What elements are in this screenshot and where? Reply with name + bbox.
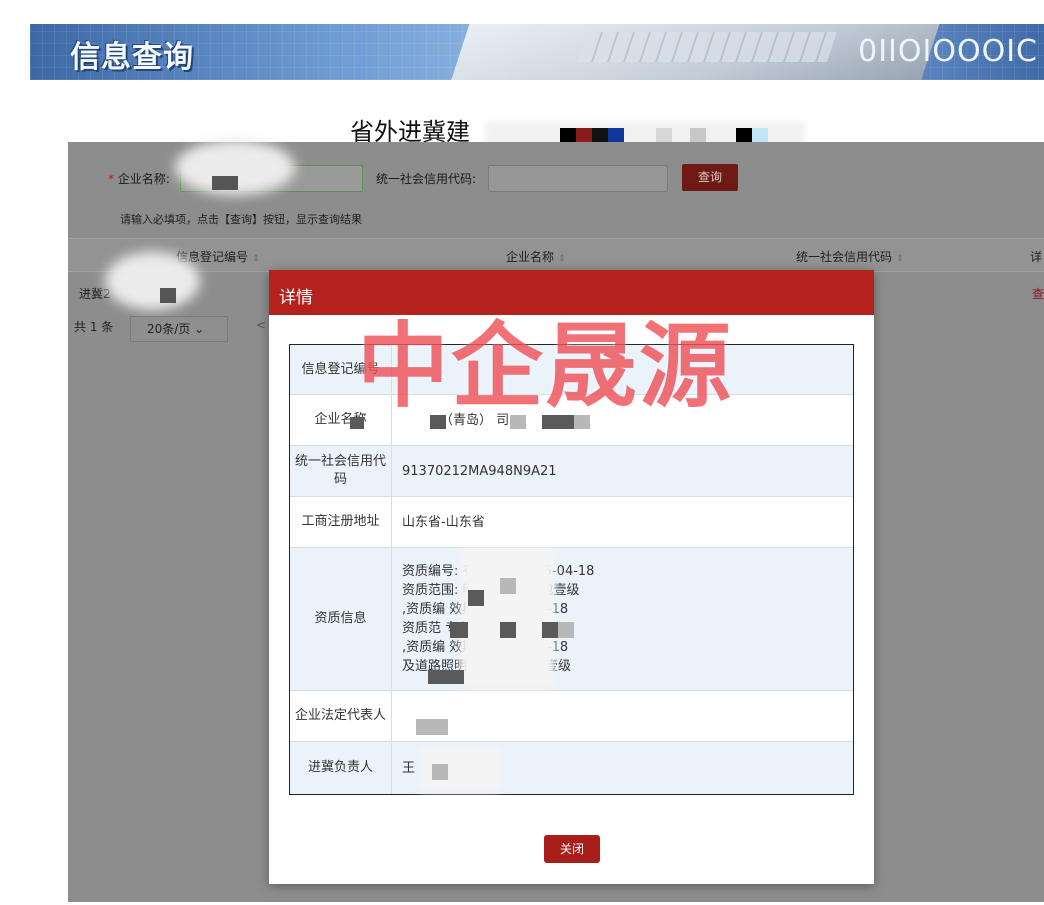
detail-value: 91370212MA948N9A21 <box>402 464 557 479</box>
chevron-down-icon: ⌄ <box>194 322 205 336</box>
redaction-pixel <box>428 670 464 684</box>
header-banner: 信息查询 0IIOIOOOIC <box>30 24 1044 80</box>
detail-label: 工商注册地址 <box>290 497 392 547</box>
redaction-smudge <box>105 252 200 310</box>
redaction-pixel <box>212 176 238 190</box>
redaction-blur <box>460 548 555 688</box>
redaction-pixel <box>542 622 558 638</box>
redaction-pixel <box>468 590 484 606</box>
detail-row-contact: 进冀负责人 王 <box>290 742 853 794</box>
sort-icon[interactable]: ⇕ <box>252 254 260 264</box>
close-button[interactable]: 关闭 <box>544 835 600 863</box>
redaction-pixel <box>558 622 574 638</box>
redaction-pixel <box>500 578 516 594</box>
detail-row-credit-code: 统一社会信用代码 91370212MA948N9A21 <box>290 446 853 497</box>
search-hint: 请输入必填项，点击【查询】按钮，显示查询结果 <box>120 213 362 226</box>
detail-label: 进冀负责人 <box>290 742 392 794</box>
redaction-pixel <box>432 764 448 780</box>
detail-value: 山东省-山东省 <box>402 515 485 530</box>
pager-total: 共 1 条 <box>74 320 114 334</box>
detail-row-qualification: 资质信息 资质编号: 有效期至:2025-04-18 资质范围: 明工程专业承包… <box>290 548 853 691</box>
page-size-select[interactable]: 20条/页 ⌄ <box>130 316 228 342</box>
table-row-detail-link[interactable]: 查 <box>1032 285 1044 302</box>
redaction-pixel <box>450 622 468 638</box>
detail-modal: 详情 信息登记编号 企业名称 （青岛） 司 统一社会信用代码 91370212M… <box>269 270 874 884</box>
query-button[interactable]: 查询 <box>682 164 738 191</box>
detail-row-address: 工商注册地址 山东省-山东省 <box>290 497 853 548</box>
watermark-text: 中企晟源 <box>357 313 734 420</box>
sort-icon[interactable]: ⇕ <box>558 254 566 264</box>
column-header-company[interactable]: 企业名称 ⇕ <box>506 248 566 265</box>
prev-page-button[interactable]: < <box>256 318 266 332</box>
credit-code-label: 统一社会信用代码: <box>376 172 477 186</box>
sort-icon[interactable]: ⇕ <box>896 254 904 264</box>
credit-code-input[interactable] <box>488 165 668 192</box>
detail-label: 资质信息 <box>290 548 392 690</box>
detail-row-legal-rep: 企业法定代表人 <box>290 691 853 742</box>
redaction-pixel <box>500 622 516 638</box>
detail-label: 统一社会信用代码 <box>290 446 392 496</box>
redaction-pixel <box>160 288 176 303</box>
modal-title: 详情 <box>279 288 313 308</box>
banner-binary-text: 0IIOIOOOIC <box>858 34 1038 69</box>
banner-title: 信息查询 <box>70 40 194 75</box>
redaction-pixel <box>416 719 448 735</box>
column-header-detail: 详 <box>1030 250 1043 264</box>
detail-value: 王 <box>402 761 416 776</box>
column-header-credit-code[interactable]: 统一社会信用代码 ⇕ <box>796 248 904 265</box>
detail-label: 企业法定代表人 <box>290 691 392 741</box>
company-name-label: * 企业名称: <box>108 172 170 186</box>
